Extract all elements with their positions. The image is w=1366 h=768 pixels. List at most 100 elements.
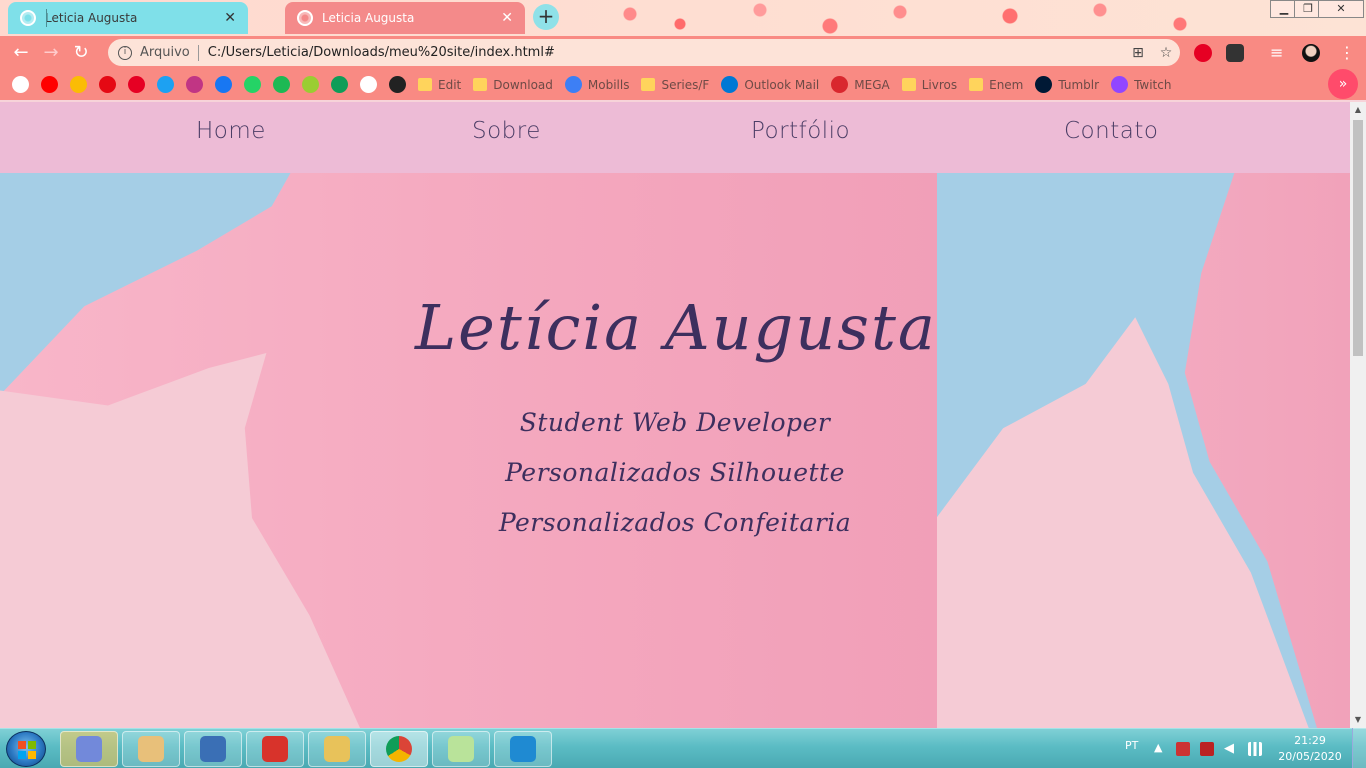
tab-title: Leticia Augusta xyxy=(322,11,415,25)
nav-contato-link[interactable]: Contato xyxy=(1064,118,1158,144)
vscode-icon xyxy=(510,736,536,762)
bookmark-label: Twitch xyxy=(1134,77,1172,92)
chrome-icon xyxy=(386,736,412,762)
system-clock[interactable]: 21:29 20/05/2020 xyxy=(1278,733,1342,765)
bookmarks-overflow-button[interactable]: » xyxy=(1328,69,1358,99)
bookmark-mega[interactable]: MEGA xyxy=(831,76,890,93)
discord-icon xyxy=(76,736,102,762)
folder-icon xyxy=(969,78,984,91)
mobills-icon xyxy=(564,76,582,93)
youtube-icon xyxy=(41,76,58,93)
outlook-icon xyxy=(721,76,739,93)
taskbar-pdf[interactable] xyxy=(246,731,304,767)
nav-sobre-link[interactable]: Sobre xyxy=(472,118,541,144)
bookmark-instagram[interactable] xyxy=(186,76,203,93)
bookmark-download[interactable]: Download xyxy=(473,78,553,92)
close-tab-icon[interactable]: ✕ xyxy=(224,10,236,26)
new-tab-button[interactable]: + xyxy=(533,4,559,30)
bookmark-tumblr[interactable]: Tumblr xyxy=(1035,76,1099,93)
bookmark-edit[interactable]: Edit xyxy=(418,78,461,92)
tumblr-icon xyxy=(1035,76,1053,93)
bookmark-series[interactable]: Series/F xyxy=(641,78,709,92)
scroll-up-arrow[interactable]: ▲ xyxy=(1350,102,1366,118)
profile-avatar[interactable] xyxy=(1302,44,1320,62)
browser-tab-1[interactable]: Leticia Augusta ✕ xyxy=(8,2,248,34)
shield-extension-icon[interactable] xyxy=(1226,44,1244,62)
bookmark-mobills[interactable]: Mobills xyxy=(564,76,630,93)
site-navbar: Home Sobre Portfólio Contato xyxy=(0,102,1350,173)
scroll-thumb[interactable] xyxy=(1353,120,1363,356)
tab-strip: Leticia Augusta ✕ Leticia Augusta ✕ + ▁ … xyxy=(0,0,1366,36)
url-text[interactable]: C:/Users/Leticia/Downloads/meu%20site/in… xyxy=(208,45,1124,60)
paint-icon xyxy=(138,736,164,762)
bookmark-gmail[interactable] xyxy=(360,76,377,93)
folder-icon xyxy=(901,78,916,91)
bookmark-photos[interactable] xyxy=(70,76,87,93)
bookmark-label: Mobills xyxy=(587,77,630,92)
google-icon xyxy=(12,76,29,93)
bookmark-livros[interactable]: Livros xyxy=(901,78,957,92)
bookmark-youtube[interactable] xyxy=(41,76,58,93)
pinterest-extension-icon[interactable] xyxy=(1194,44,1212,62)
browser-tab-2[interactable]: Leticia Augusta ✕ xyxy=(285,2,525,34)
hero-subtitle-line: Personalizados Confeitaria xyxy=(498,508,852,537)
action-center-icon[interactable] xyxy=(1200,742,1214,756)
info-icon[interactable]: i xyxy=(118,45,132,60)
hero-subtitle-line: Student Web Developer xyxy=(519,408,831,437)
bookmark-google[interactable] xyxy=(12,76,29,93)
reload-button[interactable]: ↻ xyxy=(66,42,96,63)
tray-expand-icon[interactable]: ▲ xyxy=(1154,741,1162,754)
taskbar-chrome[interactable] xyxy=(370,731,428,767)
bookmark-twitter[interactable] xyxy=(157,76,174,93)
bookmark-pinterest[interactable] xyxy=(128,76,145,93)
close-tab-icon[interactable]: ✕ xyxy=(501,10,513,26)
bookmark-spotify[interactable] xyxy=(273,76,290,93)
vertical-scrollbar[interactable]: ▲ ▼ xyxy=(1350,102,1366,728)
star-icon[interactable]: ☆ xyxy=(1152,45,1180,61)
instagram-icon xyxy=(186,76,203,93)
taskbar-vscode[interactable] xyxy=(494,731,552,767)
language-indicator[interactable]: PT xyxy=(1125,739,1138,752)
nav-home-link[interactable]: Home xyxy=(196,118,266,144)
media-control-icon[interactable]: ≡ xyxy=(1270,44,1288,62)
pinterest-icon xyxy=(128,76,145,93)
forward-button[interactable]: → xyxy=(36,42,66,63)
browser-toolbar: ← → ↻ i Arquivo C:/Users/Leticia/Downloa… xyxy=(0,36,1366,69)
windows-logo-icon xyxy=(18,741,36,759)
show-desktop-button[interactable] xyxy=(1352,728,1366,768)
background-repeat-tile xyxy=(937,173,1350,728)
volume-icon[interactable]: ◀ xyxy=(1224,742,1238,756)
page-viewport: Home Sobre Portfólio Contato Letícia Aug… xyxy=(0,102,1350,728)
bookmark-label: Download xyxy=(493,77,553,92)
bookmark-t-app[interactable] xyxy=(389,76,406,93)
bookmark-drive[interactable] xyxy=(331,76,348,93)
nav-portfolio-link[interactable]: Portfólio xyxy=(751,118,850,144)
scroll-down-arrow[interactable]: ▼ xyxy=(1350,712,1366,728)
bookmark-facebook[interactable] xyxy=(215,76,232,93)
close-window-button[interactable]: ✕ xyxy=(1318,0,1364,18)
t-app-icon xyxy=(389,76,406,93)
taskbar-sticky-notes[interactable] xyxy=(432,731,490,767)
bookmark-outlook[interactable]: Outlook Mail xyxy=(721,76,819,93)
facebook-icon xyxy=(215,76,232,93)
scheme-label: Arquivo xyxy=(140,45,190,60)
translate-icon[interactable]: ⊞ xyxy=(1124,45,1152,61)
chrome-menu-icon[interactable]: ⋮ xyxy=(1338,44,1356,62)
taskbar-paint[interactable] xyxy=(122,731,180,767)
start-button[interactable] xyxy=(6,731,46,767)
bookmark-whatsapp[interactable] xyxy=(244,76,261,93)
bookmark-star[interactable] xyxy=(302,76,319,93)
bookmark-enem[interactable]: Enem xyxy=(969,78,1023,92)
taskbar-discord[interactable] xyxy=(60,731,118,767)
bookmark-twitch[interactable]: Twitch xyxy=(1111,76,1171,93)
folder-icon xyxy=(473,78,488,91)
bookmark-label: Tumblr xyxy=(1058,77,1100,92)
taskbar-file-explorer[interactable] xyxy=(308,731,366,767)
signal-icon[interactable] xyxy=(1248,742,1262,756)
taskbar-keyboard[interactable] xyxy=(184,731,242,767)
back-button[interactable]: ← xyxy=(6,42,36,63)
bookmark-netflix[interactable] xyxy=(99,76,116,93)
address-bar[interactable]: i Arquivo C:/Users/Leticia/Downloads/meu… xyxy=(108,39,1180,66)
bookmark-label: Outlook Mail xyxy=(744,77,820,92)
network-error-icon[interactable] xyxy=(1176,742,1190,756)
